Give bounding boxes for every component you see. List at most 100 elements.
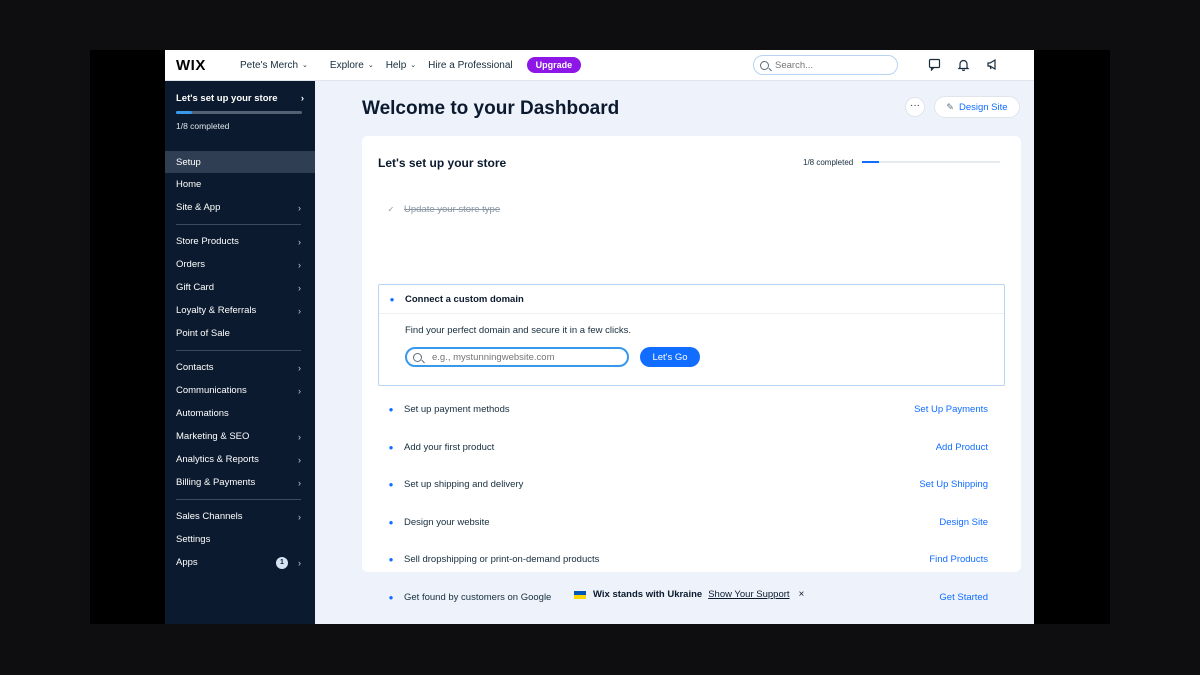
sidebar-item-apps[interactable]: Apps 1 › [165,551,315,574]
sidebar-item-sales-channels[interactable]: Sales Channels › [165,505,315,528]
nav-explore[interactable]: Explore ⌄ [330,60,374,71]
show-support-link[interactable]: Show Your Support [708,589,789,600]
sidebar-item-loyalty-referrals[interactable]: Loyalty & Referrals › [165,299,315,322]
sidebar-setup-count: 1/8 completed [176,121,230,131]
sidebar-item-setup[interactable]: Setup [165,151,315,173]
task-left: ● Set up shipping and delivery [378,479,524,490]
sidebar-item-right: › [298,283,301,293]
task-row[interactable]: ● Set up payment methods Set Up Payments [378,391,1005,428]
chevron-right-icon: › [298,282,301,293]
nav-help-label: Help [385,59,407,71]
notification-badge: 1 [276,556,288,569]
sidebar-item-label: Loyalty & Referrals [176,305,257,316]
task-row[interactable]: ● Design your website Design Site [378,504,1005,541]
wix-logo[interactable]: WIX [176,57,228,74]
task-action-link[interactable]: Add Product [936,442,988,453]
ukraine-text: Wix stands with Ukraine [593,589,703,600]
sidebar-item-label: Site & App [176,202,221,213]
top-bar: WIX Pete's Merch ⌄ Explore ⌄ Help ⌄ Hire… [165,50,1034,81]
setup-card-count: 1/8 completed [803,158,854,167]
megaphone-icon[interactable] [985,58,999,72]
more-options-button[interactable]: ··· [905,97,925,117]
chevron-right-icon: › [298,259,301,270]
sidebar-item-label: Automations [176,408,229,419]
task-expanded-title: Connect a custom domain [405,293,524,305]
task-left: ● Get found by customers on Google [378,592,552,603]
task-action-link[interactable]: Get Started [939,592,988,603]
nav-hire-professional[interactable]: Hire a Professional [428,60,512,71]
chevron-right-icon: › [298,202,301,213]
bullet-icon: ● [388,443,394,452]
chat-icon[interactable] [927,58,941,72]
sidebar-item-point-of-sale[interactable]: Point of Sale [165,322,315,345]
sidebar-item-right: › [298,432,301,442]
sidebar-item-communications[interactable]: Communications › [165,379,315,402]
sidebar-item-marketing-seo[interactable]: Marketing & SEO › [165,425,315,448]
close-icon[interactable]: × [799,589,805,600]
domain-search-box[interactable] [405,347,629,367]
sidebar-item-billing-payments[interactable]: Billing & Payments › [165,471,315,494]
chevron-right-icon: › [300,93,304,104]
sidebar-item-settings[interactable]: Settings [165,528,315,551]
sidebar-item-gift-card[interactable]: Gift Card › [165,276,315,299]
ukraine-banner: Wix stands with Ukraine Show Your Suppor… [574,589,804,600]
sidebar-item-right: › [298,386,301,396]
task-left: ● Sell dropshipping or print-on-demand pr… [378,554,600,565]
sidebar-item-home[interactable]: Home [165,173,315,196]
search-box[interactable] [753,55,898,75]
task-done[interactable]: ✓ Update your store type [378,191,1005,228]
sidebar-item-label: Point of Sale [176,328,230,339]
bullet-icon: ● [388,518,394,527]
chevron-right-icon: › [298,511,301,522]
upgrade-button[interactable]: Upgrade [526,57,582,73]
page-title: Welcome to your Dashboard [362,98,620,119]
task-left: ● Set up payment methods [378,404,510,415]
nav-help[interactable]: Help ⌄ [386,60,416,71]
sidebar-item-orders[interactable]: Orders › [165,253,315,276]
bullet-icon: ● [388,405,394,414]
sidebar-item-label: Setup [176,156,201,168]
sidebar-item-right: › [298,260,301,270]
task-expanded-header[interactable]: ● Connect a custom domain [379,285,1004,314]
sidebar-item-automations[interactable]: Automations [165,402,315,425]
lets-go-button[interactable]: Let's Go [640,347,700,367]
chevron-right-icon: › [298,431,301,442]
ukraine-flag-icon [574,590,586,599]
task-row[interactable]: ● Add your first product Add Product [378,429,1005,466]
sidebar-item-contacts[interactable]: Contacts › [165,356,315,379]
design-site-button[interactable]: ✎ Design Site [934,96,1020,118]
sidebar-progress-bar [176,111,302,114]
search-input[interactable] [775,59,885,71]
task-label: Sell dropshipping or print-on-demand pro… [404,554,600,565]
setup-card-title: Let's set up your store [378,156,507,170]
sidebar-item-store-products[interactable]: Store Products › [165,230,315,253]
bullet-icon: ● [388,555,394,564]
site-name: Pete's Merch [240,59,299,71]
sidebar-item-label: Billing & Payments [176,477,256,488]
pencil-icon: ✎ [946,101,954,112]
sidebar-item-label: Communications [176,385,247,396]
search-icon [413,352,422,362]
task-action-link[interactable]: Set Up Payments [914,404,988,415]
sidebar-item-label: Analytics & Reports [176,454,259,465]
sidebar-item-site-app[interactable]: Site & App › [165,196,315,219]
task-action-link[interactable]: Set Up Shipping [919,479,988,490]
site-selector[interactable]: Pete's Merch ⌄ [240,60,308,71]
task-action-link[interactable]: Design Site [939,517,988,528]
sidebar-setup-progress[interactable]: Let's set up your store › 1/8 completed [165,81,315,151]
bell-icon[interactable] [956,58,970,72]
bullet-icon: ● [389,294,395,304]
task-row[interactable]: ● Set up shipping and delivery Set Up Ship… [378,466,1005,503]
sidebar: Let's set up your store › 1/8 completed … [165,81,315,624]
sidebar-progress-fill [176,111,192,114]
sidebar-item-right: › [298,455,301,465]
sidebar-item-label: Settings [176,534,211,545]
chevron-down-icon: ⌄ [410,62,417,69]
chevron-down-icon: ⌄ [367,62,374,69]
task-action-link[interactable]: Find Products [929,554,988,565]
sidebar-item-analytics-reports[interactable]: Analytics & Reports › [165,448,315,471]
search-icon [760,60,769,70]
sidebar-item-label: Sales Channels [176,511,243,522]
domain-input[interactable] [432,351,622,363]
task-row[interactable]: ● Sell dropshipping or print-on-demand pr… [378,541,1005,578]
